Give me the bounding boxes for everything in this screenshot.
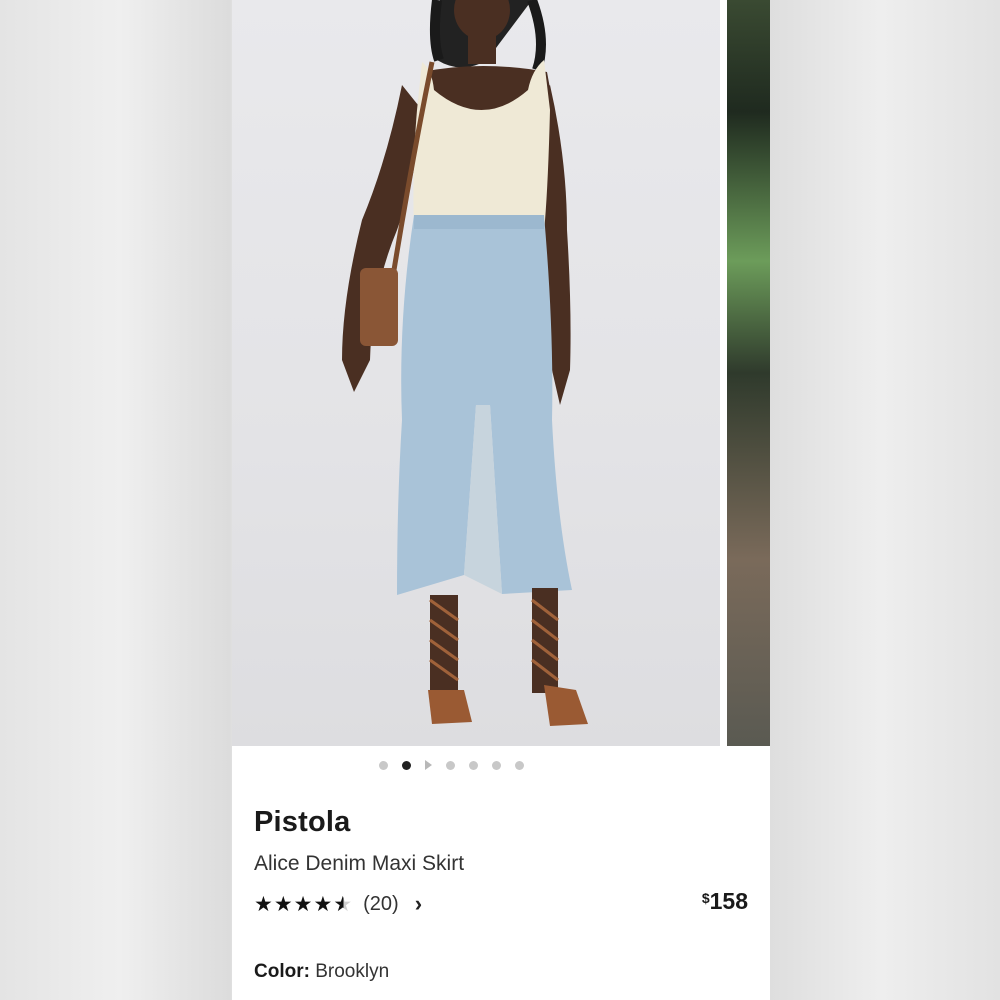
play-icon[interactable]: [424, 760, 432, 770]
brand-name[interactable]: Pistola: [254, 806, 351, 839]
image-gallery[interactable]: [232, 0, 770, 746]
color-label: Color:: [254, 961, 310, 982]
review-count[interactable]: (20): [363, 893, 399, 916]
gallery-pagination: [232, 756, 720, 774]
product-photo-main[interactable]: [232, 0, 720, 746]
currency-symbol: $: [701, 890, 710, 906]
gallery-dot[interactable]: [445, 760, 455, 770]
gallery-dot[interactable]: [514, 760, 524, 770]
color-selection: Color: Brooklyn: [254, 961, 389, 983]
product-photo-next[interactable]: [727, 0, 770, 746]
color-value: Brooklyn: [315, 961, 390, 982]
product-page: Pistola Alice Denim Maxi Skirt ★ ★ ★ ★ ★…: [232, 0, 770, 1000]
star-icon: ★: [293, 892, 313, 916]
gallery-dot[interactable]: [491, 760, 501, 770]
star-icon: ★: [273, 892, 293, 916]
gallery-dot-active[interactable]: [401, 760, 411, 770]
rating-stars: ★ ★ ★ ★ ★: [254, 894, 353, 915]
half-star-icon: ★: [333, 892, 353, 916]
star-icon: ★: [313, 892, 333, 916]
chevron-right-icon[interactable]: ›: [415, 891, 422, 917]
model-illustration: [342, 0, 588, 726]
price-amount: 158: [709, 888, 748, 914]
gallery-dot[interactable]: [468, 760, 478, 770]
product-name: Alice Denim Maxi Skirt: [254, 852, 465, 875]
price: $158: [702, 888, 748, 915]
gallery-dot[interactable]: [378, 760, 388, 770]
star-icon: ★: [254, 892, 273, 916]
rating-row[interactable]: ★ ★ ★ ★ ★ (20) ›: [254, 890, 422, 918]
